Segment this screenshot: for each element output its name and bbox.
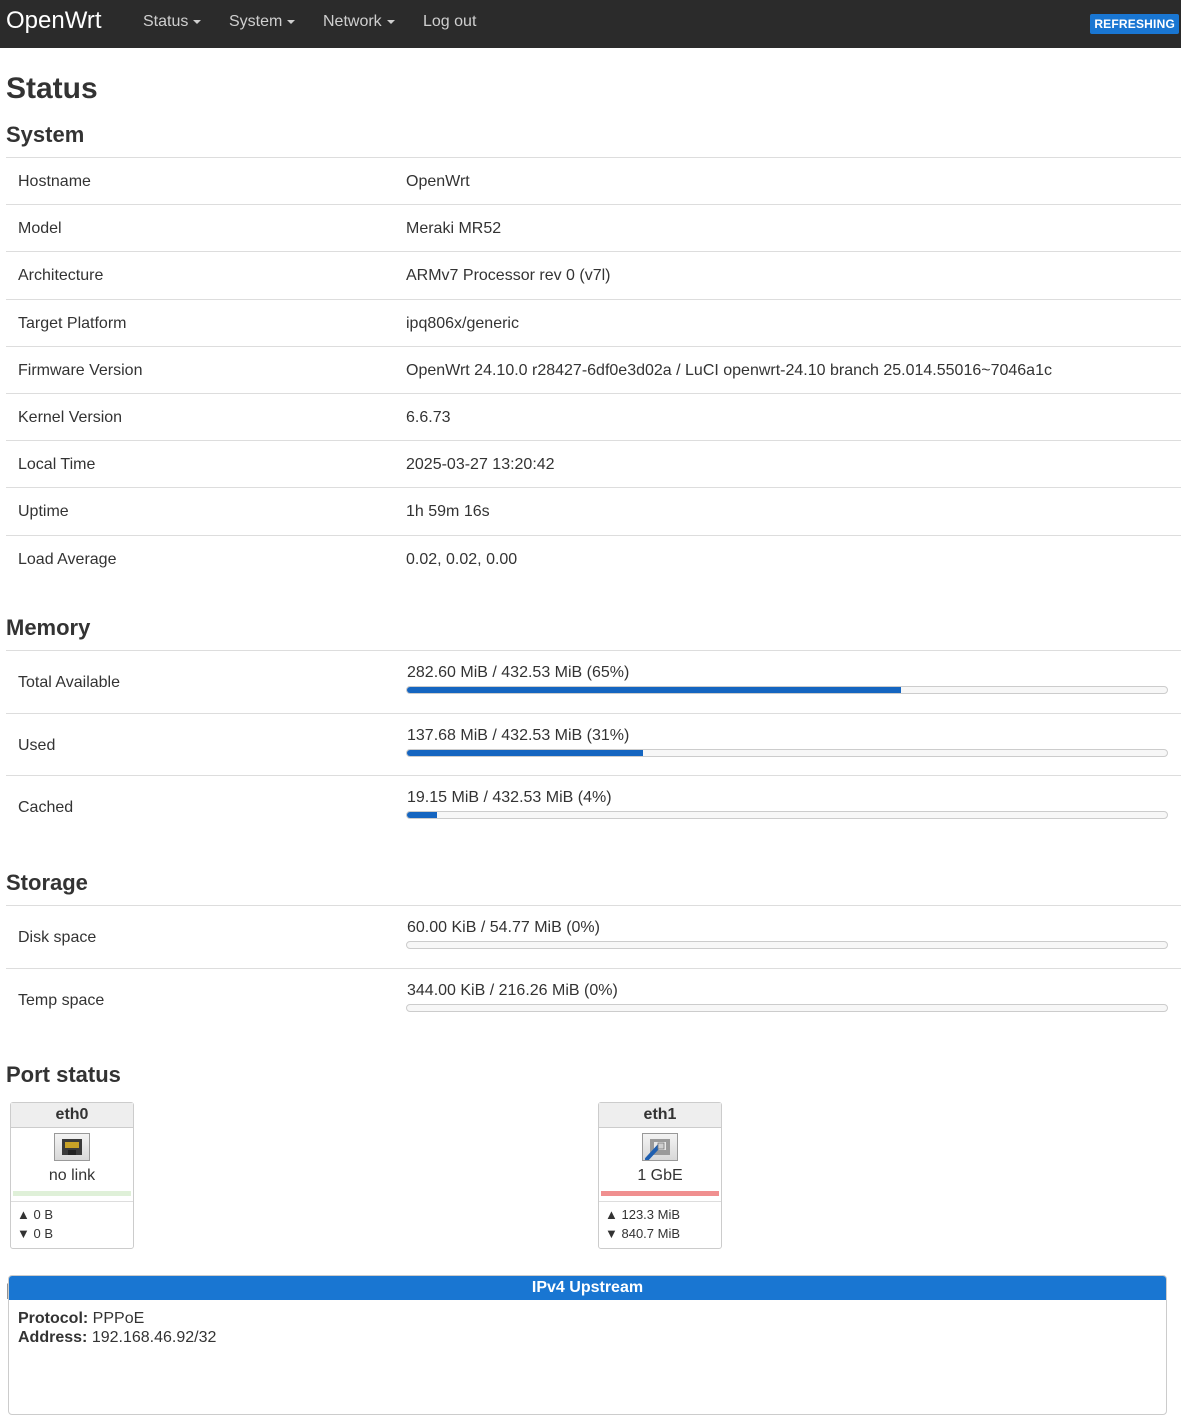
table-row: Disk space 60.00 KiB / 54.77 MiB (0%) [6, 906, 1181, 969]
progress-fill [407, 687, 901, 693]
ethernet-port-connected-icon [642, 1133, 678, 1161]
nav-logout[interactable]: Log out [423, 13, 476, 31]
nav-menu-system[interactable]: System [229, 13, 296, 31]
progress-fill [407, 812, 438, 819]
ethernet-port-nolink-icon [54, 1133, 90, 1161]
row-value: OpenWrt 24.10.0 r28427-6df0e3d02a / LuCI… [406, 361, 1052, 379]
port-speed: no link [48, 1167, 96, 1184]
system-table: Hostname OpenWrt Model Meraki MR52 Archite… [6, 157, 1181, 583]
storage-table: Disk space 60.00 KiB / 54.77 MiB (0%) Te… [6, 905, 1181, 1031]
row-label: Cached [18, 799, 74, 817]
progress-bar [406, 748, 1168, 757]
protocol-value: PPPoE [92, 1310, 145, 1327]
progress-text: 344.00 KiB / 216.26 MiB (0%) [407, 981, 618, 999]
table-row: Used 137.68 MiB / 432.53 MiB (31%) [6, 714, 1181, 777]
progress-fill [407, 749, 643, 756]
port-rx: ▼ 0 B [17, 1226, 53, 1241]
table-row: Load Average 0.02, 0.02, 0.00 [6, 536, 1181, 583]
row-label: Uptime [18, 503, 69, 521]
caret-down-icon [386, 19, 395, 24]
progress-text: 60.00 KiB / 54.77 MiB (0%) [407, 919, 600, 936]
port-speed: 1 GbE [637, 1167, 683, 1184]
row-label: Disk space [18, 929, 97, 946]
row-value: 1h 59m 16s [406, 503, 490, 521]
ipv4-upstream-box: IPv4 Upstream Protocol: PPPoE Address: 1… [8, 1275, 1167, 1415]
table-row: Total Available 282.60 MiB / 432.53 MiB … [6, 651, 1181, 714]
table-row: Hostname OpenWrt [6, 158, 1181, 206]
nav-menu-status-label: Status [143, 13, 189, 30]
caret-down-icon [287, 19, 296, 24]
progress-bar [406, 686, 1168, 694]
row-value: OpenWrt [406, 173, 470, 190]
row-label: Hostname [18, 173, 91, 190]
table-row: Target Platform ipq806x/generic [6, 300, 1181, 347]
table-row: Firmware Version OpenWrt 24.10.0 r28427-6… [6, 347, 1181, 394]
progress-text: 282.60 MiB / 432.53 MiB (65%) [407, 664, 630, 681]
protocol-line: Protocol: PPPoE [18, 1310, 144, 1328]
table-row: Architecture ARMv7 Processor rev 0 (v7l) [6, 252, 1181, 300]
port-rx: ▼ 840.7 MiB [605, 1226, 681, 1241]
progress-text: 19.15 MiB / 432.53 MiB (4%) [407, 789, 612, 807]
port-tx: ▲ 123.3 MiB [605, 1207, 681, 1222]
page-title: Status [6, 72, 98, 105]
table-row: Cached 19.15 MiB / 432.53 MiB (4%) [6, 776, 1181, 839]
row-label: Target Platform [18, 314, 127, 332]
row-label: Local Time [18, 456, 96, 474]
row-value: ipq806x/generic [406, 314, 519, 332]
section-title-memory: Memory [6, 615, 91, 640]
address-label: Address: [18, 1329, 88, 1346]
row-value: 0.02, 0.02, 0.00 [406, 550, 518, 568]
nav-menu-network[interactable]: Network [323, 13, 395, 31]
refreshing-badge[interactable]: REFRESHING [1090, 14, 1179, 34]
section-title-port-status: Port status [6, 1062, 121, 1087]
port-status-line [601, 1191, 719, 1196]
protocol-label: Protocol: [18, 1310, 89, 1327]
address-line: Address: 192.168.46.92/32 [18, 1329, 216, 1347]
ipv4-upstream-title: IPv4 Upstream [9, 1276, 1166, 1300]
port-card-eth1: eth1 1 GbE ▲ 123.3 MiB ▼ 840.7 MiB [598, 1102, 722, 1249]
port-name: eth0 [11, 1103, 133, 1128]
row-value: 2025-03-27 13:20:42 [406, 456, 555, 474]
nav-menu-system-label: System [229, 13, 283, 30]
progress-bar [406, 1003, 1168, 1012]
port-divider [11, 1201, 133, 1202]
nav-menu-status[interactable]: Status [143, 13, 202, 31]
progress-bar [406, 811, 1168, 820]
row-label: Firmware Version [18, 361, 143, 379]
address-value: 192.168.46.92/32 [91, 1329, 217, 1346]
top-navbar: OpenWrt Status System Network Log out RE… [0, 0, 1181, 48]
progress-text: 137.68 MiB / 432.53 MiB (31%) [407, 726, 630, 744]
row-label: Load Average [18, 550, 117, 568]
row-label: Used [18, 736, 56, 754]
row-label: Total Available [18, 674, 120, 691]
row-value: 6.6.73 [406, 408, 451, 426]
row-value: Meraki MR52 [406, 220, 502, 238]
nav-menu-network-label: Network [323, 13, 382, 30]
table-row: Kernel Version 6.6.73 [6, 394, 1181, 442]
row-value: ARMv7 Processor rev 0 (v7l) [406, 267, 611, 285]
row-label: Model [18, 220, 62, 238]
row-label: Temp space [18, 991, 105, 1009]
table-row: Uptime 1h 59m 16s [6, 488, 1181, 536]
row-label: Architecture [18, 267, 104, 285]
port-card-eth0: eth0 no link ▲ 0 B ▼ 0 B [10, 1102, 134, 1249]
brand-logo[interactable]: OpenWrt [6, 7, 102, 35]
port-tx: ▲ 0 B [17, 1207, 53, 1222]
port-name: eth1 [599, 1103, 721, 1128]
progress-bar [406, 941, 1168, 949]
table-row: Local Time 2025-03-27 13:20:42 [6, 441, 1181, 489]
caret-down-icon [193, 19, 202, 24]
memory-table: Total Available 282.60 MiB / 432.53 MiB … [6, 650, 1181, 839]
table-row: Temp space 344.00 KiB / 216.26 MiB (0%) [6, 969, 1181, 1032]
section-title-storage: Storage [6, 870, 88, 895]
section-title-system: System [6, 122, 85, 147]
port-divider [599, 1201, 721, 1202]
row-label: Kernel Version [18, 408, 123, 426]
table-row: Model Meraki MR52 [6, 205, 1181, 253]
port-status-line [13, 1191, 131, 1196]
